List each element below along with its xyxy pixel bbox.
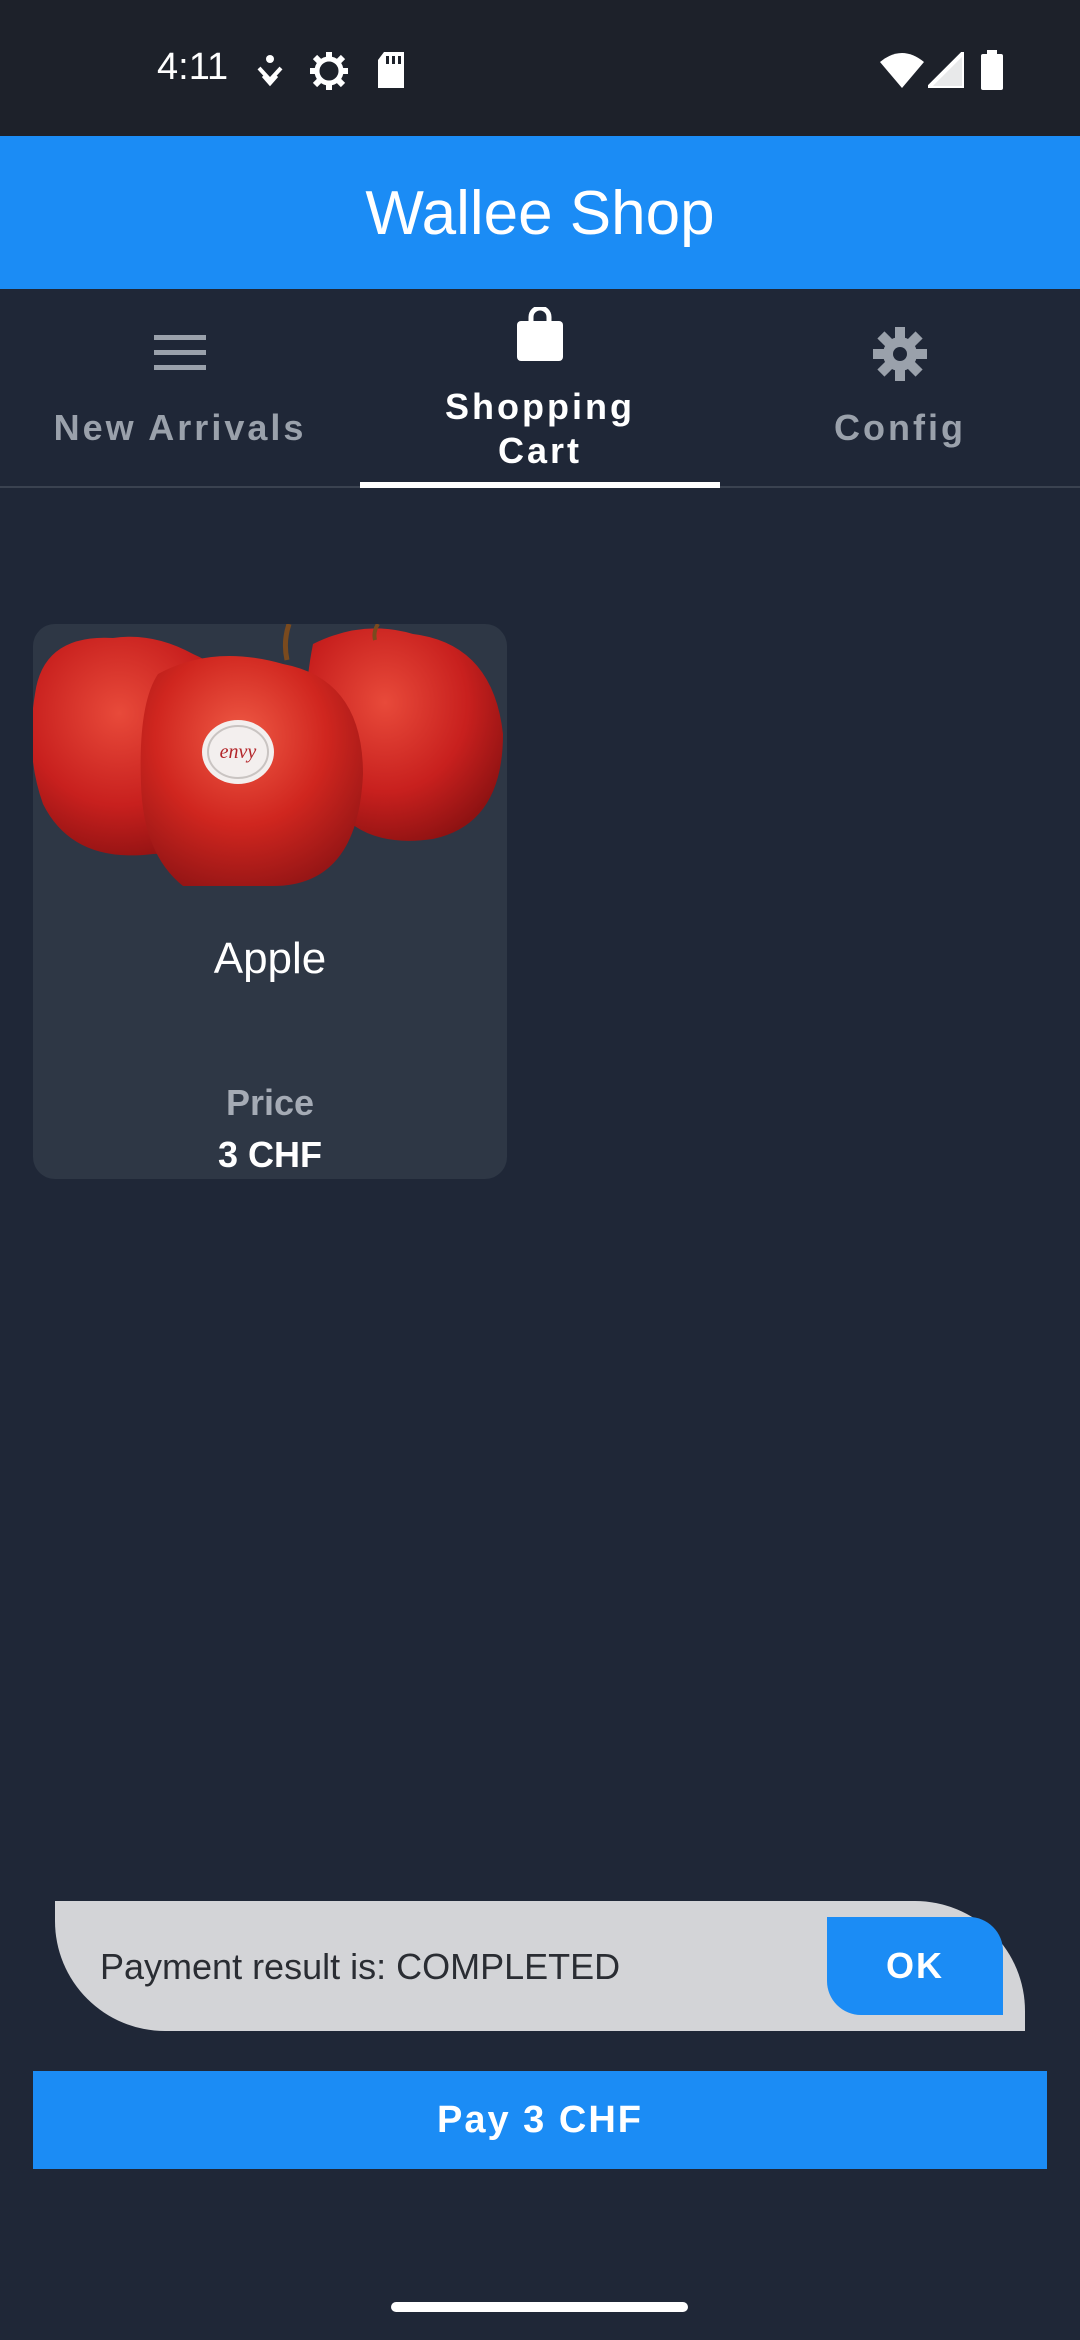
app-bar: Wallee Shop: [0, 136, 1080, 289]
menu-icon: [154, 335, 206, 370]
tab-new-arrivals[interactable]: New Arrivals: [0, 289, 360, 486]
tab-shopping-cart[interactable]: Shopping Cart: [360, 289, 720, 486]
sd-card-icon: [378, 52, 404, 88]
pay-button[interactable]: Pay 3 CHF: [33, 2071, 1047, 2169]
status-time: 4:11: [157, 46, 229, 88]
snackbar-message: Payment result is: COMPLETED: [100, 1946, 621, 1987]
tab-selected-indicator: [360, 482, 720, 488]
product-name: Apple: [213, 934, 327, 983]
tab-label: Config: [834, 407, 966, 448]
wifi-icon: [880, 53, 924, 88]
home-indicator[interactable]: [391, 2302, 688, 2312]
app-title: Wallee Shop: [365, 179, 715, 248]
tab-label-line1: Shopping: [445, 386, 635, 427]
tab-config[interactable]: Config: [720, 289, 1080, 486]
accessibility-icon: [257, 55, 283, 87]
status-bar: 4:11: [0, 0, 1080, 136]
tab-bar: New Arrivals Shopping Cart Config: [0, 289, 1080, 488]
signal-icon: [928, 52, 964, 88]
price-label: Price: [225, 1082, 315, 1123]
settings-cog-icon: [310, 52, 348, 90]
apple-image: envy: [33, 624, 503, 886]
tab-label: New Arrivals: [53, 407, 307, 448]
shopping-bag-icon: [517, 307, 563, 361]
price-value: 3 CHF: [217, 1134, 322, 1175]
battery-icon: [981, 50, 1003, 90]
payment-result-snackbar: Payment result is: COMPLETED OK: [55, 1901, 1025, 2031]
tab-label-line2: Cart: [497, 430, 583, 471]
cart-item-card[interactable]: envy Apple Price 3 CHF: [33, 624, 507, 1179]
ok-button[interactable]: OK: [827, 1917, 1003, 2015]
apple-sticker-text: envy: [220, 741, 257, 763]
gear-icon: [873, 327, 927, 381]
